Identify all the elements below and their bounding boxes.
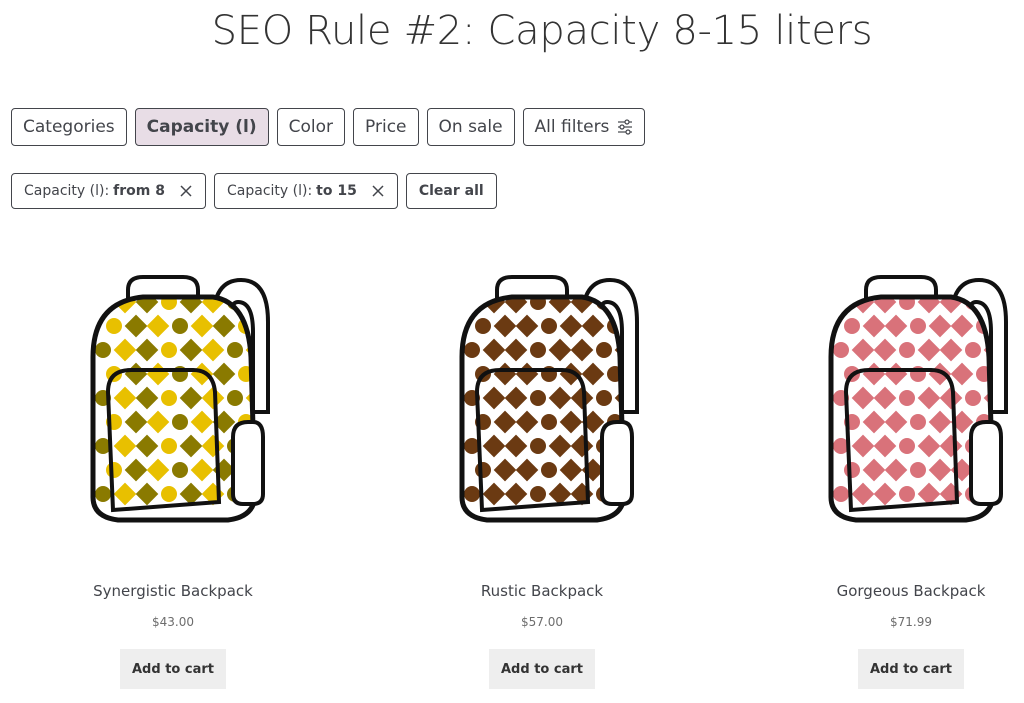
- product-card: Rustic Backpack $57.00 Add to cart: [392, 262, 692, 689]
- add-to-cart-button[interactable]: Add to cart: [489, 649, 595, 689]
- filter-capacity-button[interactable]: Capacity (l): [134, 108, 269, 146]
- sliders-icon: [618, 119, 633, 135]
- active-filter-to-prefix: Capacity (l):: [227, 183, 313, 199]
- product-name[interactable]: Rustic Backpack: [392, 582, 692, 600]
- product-grid: Synergistic Backpack $43.00 Add to cart …: [0, 262, 1024, 703]
- filter-bar: Categories Capacity (l) Color Price On s…: [11, 108, 646, 146]
- close-icon[interactable]: [179, 184, 193, 198]
- product-card: Synergistic Backpack $43.00 Add to cart: [23, 262, 323, 689]
- active-filter-from-value: from 8: [113, 183, 165, 199]
- active-filters-bar: Capacity (l): from 8 Capacity (l): to 15…: [11, 173, 497, 209]
- product-price: $57.00: [521, 615, 563, 629]
- product-name[interactable]: Gorgeous Backpack: [761, 582, 1024, 600]
- active-filter-to[interactable]: Capacity (l): to 15: [214, 173, 398, 209]
- filter-price-button[interactable]: Price: [353, 108, 419, 146]
- product-name[interactable]: Synergistic Backpack: [23, 582, 323, 600]
- active-filter-from-prefix: Capacity (l):: [24, 183, 110, 199]
- active-filter-from[interactable]: Capacity (l): from 8: [11, 173, 206, 209]
- active-filter-to-value: to 15: [316, 183, 357, 199]
- add-to-cart-button[interactable]: Add to cart: [858, 649, 964, 689]
- all-filters-label: All filters: [534, 117, 610, 137]
- page-title: SEO Rule #2: Capacity 8-15 liters: [211, 8, 873, 54]
- product-card: Gorgeous Backpack $71.99 Add to cart: [761, 262, 1024, 689]
- product-price: $71.99: [890, 615, 932, 629]
- filter-color-button[interactable]: Color: [276, 108, 346, 146]
- all-filters-button[interactable]: All filters: [522, 108, 646, 146]
- filter-on-sale-button[interactable]: On sale: [426, 108, 515, 146]
- filter-categories-button[interactable]: Categories: [11, 108, 127, 146]
- product-image[interactable]: [63, 262, 283, 542]
- add-to-cart-button[interactable]: Add to cart: [120, 649, 226, 689]
- product-image[interactable]: [432, 262, 652, 542]
- clear-all-button[interactable]: Clear all: [405, 173, 497, 209]
- close-icon[interactable]: [371, 184, 385, 198]
- product-price: $43.00: [152, 615, 194, 629]
- product-image[interactable]: [801, 262, 1021, 542]
